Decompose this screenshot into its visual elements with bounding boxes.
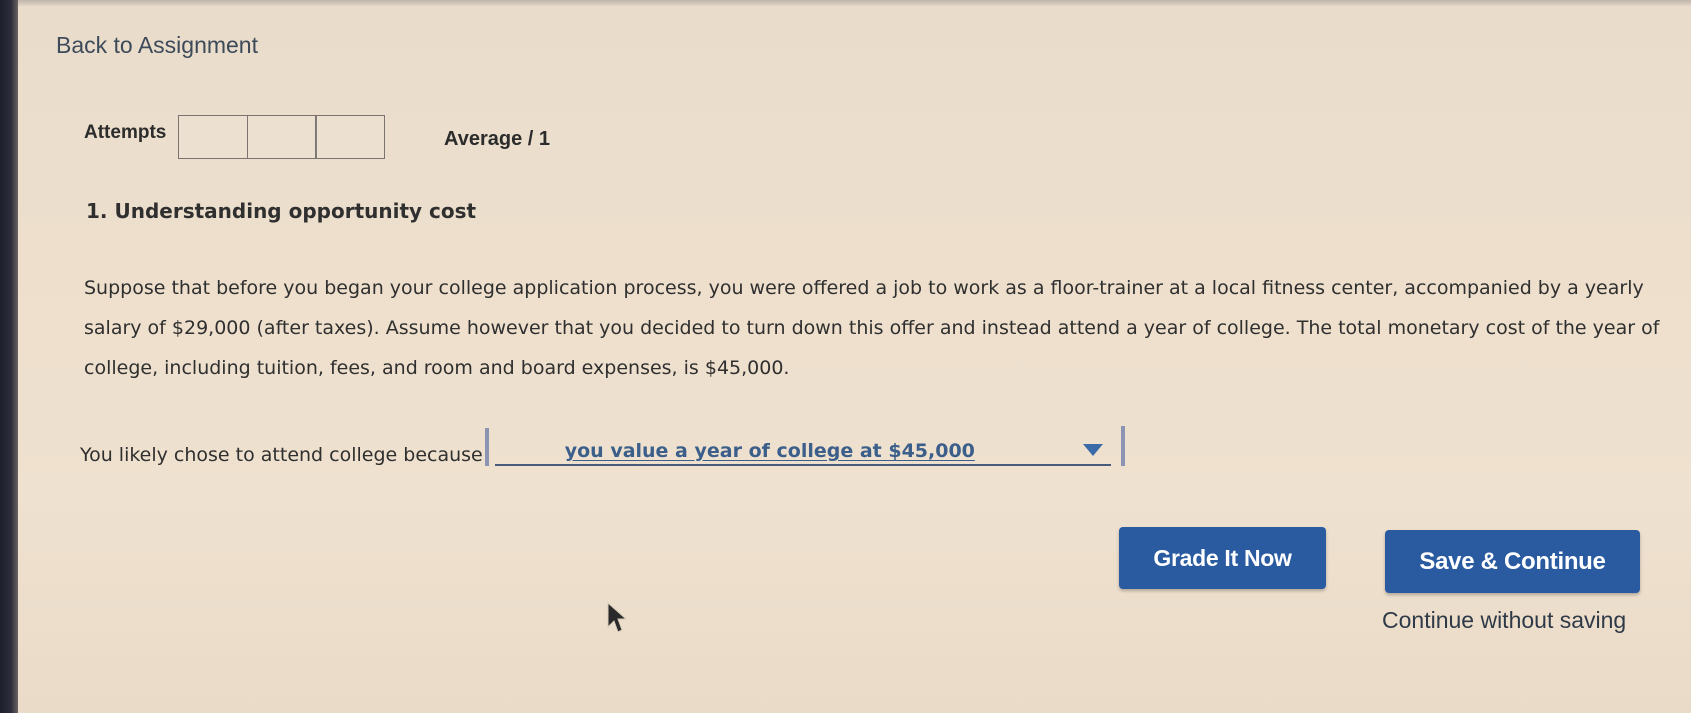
screen-bezel	[0, 0, 18, 713]
answer-dropdown[interactable]: you value a year of college at $45,000	[494, 430, 1111, 466]
top-shadow-strip	[18, 0, 1691, 6]
continue-without-saving-link[interactable]: Continue without saving	[1382, 607, 1626, 634]
answer-prompt: You likely chose to attend college becau…	[80, 444, 483, 466]
chevron-down-icon[interactable]	[1082, 444, 1103, 456]
mouse-pointer-icon	[607, 601, 628, 633]
question-body: Suppose that before you began your colle…	[84, 277, 1660, 379]
attempts-label: Attempts	[84, 122, 167, 143]
attempt-box	[246, 115, 317, 159]
attempt-box	[315, 115, 385, 159]
attempt-boxes	[178, 115, 385, 159]
focus-marker-end	[1120, 426, 1125, 466]
question-title: 1. Understanding opportunity cost	[86, 199, 477, 223]
average-score: Average / 1	[444, 128, 550, 150]
answer-row: You likely chose to attend college becau…	[80, 426, 1125, 466]
back-to-assignment-link[interactable]: Back to Assignment	[56, 32, 258, 59]
attempt-box	[178, 115, 248, 159]
save-and-continue-button[interactable]: Save & Continue	[1385, 530, 1640, 593]
focus-marker	[484, 428, 489, 466]
grade-it-now-button[interactable]: Grade It Now	[1119, 527, 1326, 589]
dropdown-selected-value: you value a year of college at $45,000	[564, 440, 975, 462]
